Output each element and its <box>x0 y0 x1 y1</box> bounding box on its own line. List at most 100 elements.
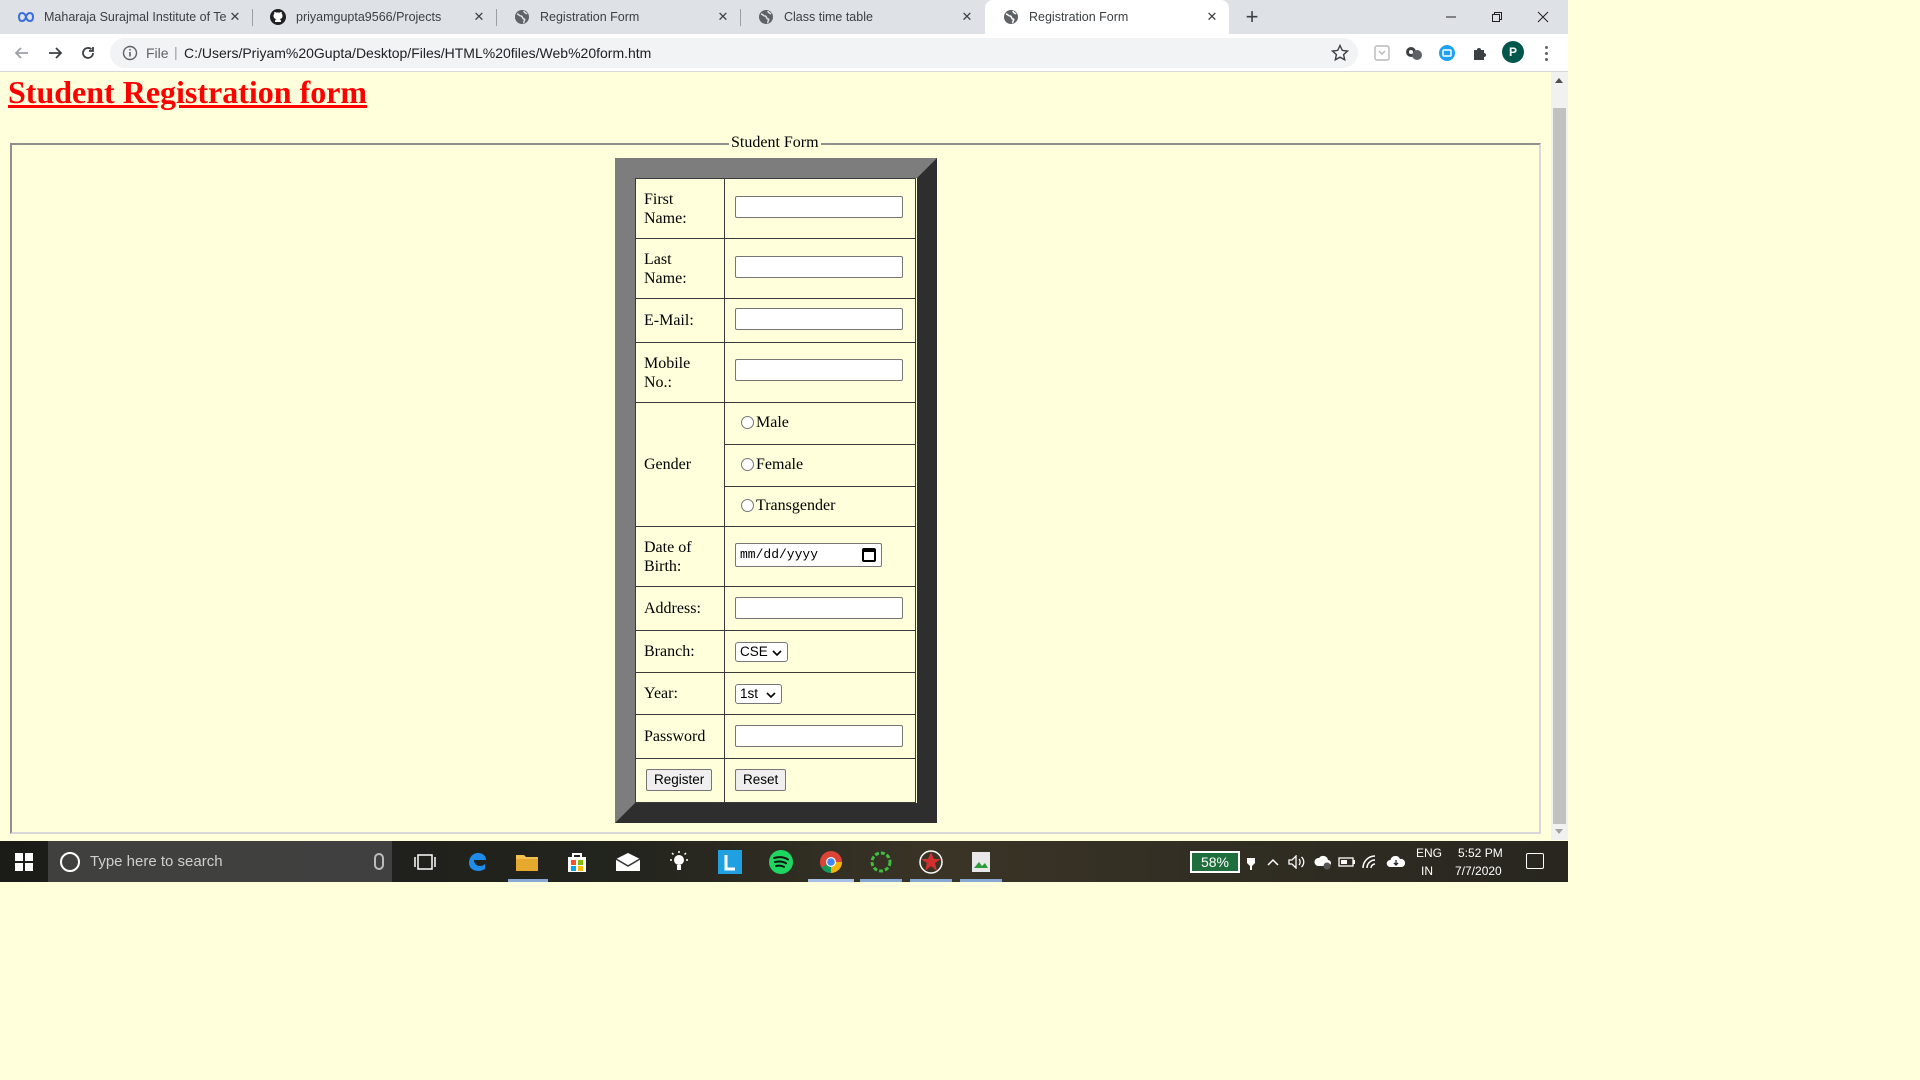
scroll-up-arrow-icon[interactable] <box>1555 78 1563 83</box>
password-input[interactable] <box>735 725 903 747</box>
back-button[interactable] <box>10 41 34 65</box>
tab-msit[interactable]: Maharaja Surajmal Institute of Te ✕ <box>0 0 253 34</box>
fieldset-legend: Student Form <box>729 134 821 152</box>
scrollbar-thumb[interactable] <box>1553 108 1566 824</box>
task-view-icon[interactable] <box>412 849 438 875</box>
first-name-input[interactable] <box>735 196 903 218</box>
wifi-icon[interactable] <box>1360 849 1380 875</box>
tab-class-time-table[interactable]: Class time table ✕ <box>740 0 984 34</box>
onedrive-icon[interactable] <box>1385 849 1407 875</box>
address-input[interactable] <box>735 597 903 619</box>
cortana-icon <box>60 851 80 872</box>
dob-input[interactable]: mm/dd/yyyy <box>735 543 882 567</box>
spotify-icon[interactable] <box>768 849 794 875</box>
red-star-app-icon[interactable] <box>918 849 944 875</box>
gender-transgender-radio[interactable] <box>741 499 754 512</box>
gender-label: Gender <box>644 456 692 473</box>
chrome-icon[interactable] <box>818 849 844 875</box>
close-icon[interactable]: ✕ <box>958 9 976 25</box>
extension-glasses-icon[interactable] <box>1404 43 1424 63</box>
notification-icon[interactable] <box>1526 853 1544 869</box>
dob-label: Date of Birth: <box>644 538 692 575</box>
taskbar-search-box[interactable]: Type here to search <box>48 841 392 882</box>
close-icon[interactable]: ✕ <box>226 9 244 25</box>
last-name-input[interactable] <box>735 256 903 278</box>
year-selected-value: 1st <box>740 686 759 701</box>
browser-toolbar: File | C:/Users/Priyam%20Gupta/Desktop/F… <box>0 34 1568 72</box>
language-line1[interactable]: ENG <box>1416 846 1442 860</box>
profile-avatar[interactable]: P <box>1502 41 1524 63</box>
mail-icon[interactable] <box>615 849 641 875</box>
password-label: Password <box>644 728 706 745</box>
close-window-button[interactable] <box>1520 0 1566 34</box>
year-label: Year: <box>644 685 678 702</box>
menu-icon[interactable] <box>1536 43 1556 63</box>
puzzle-icon[interactable] <box>1470 43 1490 63</box>
store-icon[interactable] <box>564 849 590 875</box>
branch-select[interactable]: CSE <box>735 642 788 662</box>
reload-button[interactable] <box>76 41 100 65</box>
gender-male-label[interactable]: Male <box>756 414 789 432</box>
arrow-left-icon <box>14 47 28 59</box>
extension-reader-icon[interactable] <box>1372 43 1392 63</box>
scroll-down-arrow-icon[interactable] <box>1555 829 1563 834</box>
windows-taskbar: Type here to search 58% ENG IN 5:52 PM 7… <box>0 841 1568 882</box>
gender-transgender-label[interactable]: Transgender <box>756 497 835 515</box>
dob-label-cell: Date of Birth: <box>635 526 725 587</box>
tab-strip: Maharaja Surajmal Institute of Te ✕ priy… <box>0 0 1568 34</box>
restore-button[interactable] <box>1474 0 1520 34</box>
address-bar[interactable]: File | C:/Users/Priyam%20Gupta/Desktop/F… <box>110 38 1358 68</box>
reset-button-cell: Reset <box>724 758 916 803</box>
green-app-active-indicator <box>960 879 1002 882</box>
volume-icon[interactable] <box>1287 849 1307 875</box>
gender-female-label[interactable]: Female <box>756 456 803 474</box>
register-button[interactable]: Register <box>646 769 713 791</box>
new-tab-button[interactable]: + <box>1240 4 1264 30</box>
gender-female-radio[interactable] <box>741 458 754 471</box>
battery-indicator[interactable]: 58% <box>1190 851 1240 873</box>
tips-icon[interactable] <box>666 849 692 875</box>
email-label: E-Mail: <box>644 312 694 329</box>
reset-button[interactable]: Reset <box>735 769 787 791</box>
tab-registration-form-active[interactable]: Registration Form ✕ <box>985 0 1229 34</box>
battery-icon[interactable] <box>1337 849 1357 875</box>
close-icon[interactable]: ✕ <box>470 9 488 25</box>
green-ring-app-icon[interactable] <box>868 849 894 875</box>
extension-blue-icon[interactable] <box>1437 43 1457 63</box>
green-app-icon[interactable] <box>968 849 994 875</box>
tab-github[interactable]: priyamgupta9566/Projects ✕ <box>252 0 497 34</box>
mobile-label-cell: Mobile No.: <box>635 342 725 403</box>
dob-input-cell: mm/dd/yyyy <box>724 526 916 587</box>
mobile-input-cell <box>724 342 916 403</box>
l-app-icon[interactable] <box>717 849 743 875</box>
page-scrollbar[interactable] <box>1551 72 1568 840</box>
cloud-sync-icon[interactable] <box>1312 849 1334 875</box>
language-line2[interactable]: IN <box>1421 864 1433 878</box>
email-input[interactable] <box>735 308 903 330</box>
tab-registration-form[interactable]: Registration Form ✕ <box>496 0 741 34</box>
tab-title: Class time table <box>784 10 873 24</box>
mobile-input[interactable] <box>735 359 903 381</box>
branch-select-cell: CSE <box>724 630 916 673</box>
branch-label-cell: Branch: <box>635 630 725 673</box>
infinity-icon <box>18 9 34 25</box>
microphone-icon[interactable] <box>374 853 384 870</box>
calendar-icon[interactable] <box>862 548 876 562</box>
minimize-button[interactable] <box>1428 0 1474 34</box>
forward-button[interactable] <box>43 41 67 65</box>
file-explorer-icon[interactable] <box>514 849 540 875</box>
gender-male-cell: Male <box>724 402 916 445</box>
windows-start-icon[interactable] <box>15 853 33 871</box>
clock-time[interactable]: 5:52 PM <box>1458 846 1503 860</box>
close-icon[interactable]: ✕ <box>1203 9 1221 25</box>
chevron-up-icon[interactable] <box>1264 849 1282 875</box>
info-icon[interactable] <box>122 45 138 61</box>
year-select[interactable]: 1st <box>735 684 782 704</box>
star-icon[interactable] <box>1330 43 1350 63</box>
url-text[interactable]: C:/Users/Priyam%20Gupta/Desktop/Files/HT… <box>184 45 651 61</box>
close-icon[interactable]: ✕ <box>714 9 732 25</box>
gender-male-radio[interactable] <box>741 416 754 429</box>
edge-icon[interactable] <box>464 849 490 875</box>
clock-date[interactable]: 7/7/2020 <box>1455 864 1502 878</box>
chrome-active-indicator <box>808 879 854 882</box>
